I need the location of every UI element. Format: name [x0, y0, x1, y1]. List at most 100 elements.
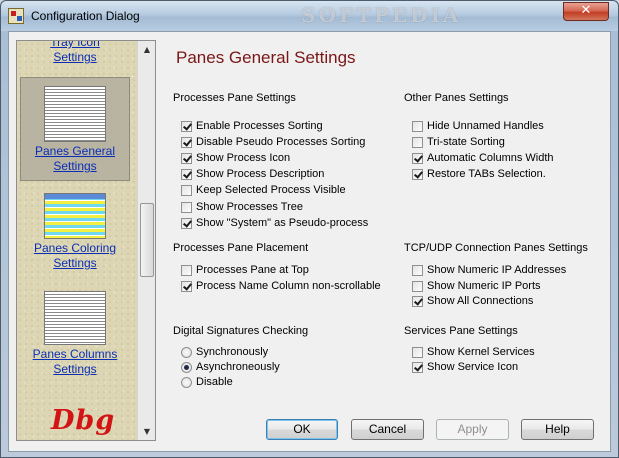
sidebar-item-label[interactable]: Panes General — [19, 144, 131, 159]
option-label: Show Service Icon — [427, 361, 519, 373]
option-asynchroneously[interactable]: Asynchroneously — [181, 360, 280, 374]
option-label: Disable Pseudo Processes Sorting — [196, 136, 366, 148]
option-show-numeric-ip-addresses[interactable]: Show Numeric IP Addresses — [412, 263, 566, 277]
option-label: Keep Selected Process Visible — [196, 184, 346, 196]
scroll-down-arrow-icon[interactable]: ▼ — [138, 423, 155, 440]
option-label: Show Process Description — [196, 168, 325, 180]
option-label: Automatic Columns Width — [427, 152, 554, 164]
checkbox[interactable] — [412, 264, 423, 276]
radio-button[interactable] — [181, 346, 192, 358]
processes-pane-settings-title: Processes Pane Settings — [173, 92, 296, 104]
sidebar-item-label[interactable]: Settings — [19, 50, 131, 65]
apply-button[interactable]: Apply — [436, 419, 509, 440]
sidebar-item-panes-general[interactable]: Panes General Settings — [19, 86, 131, 174]
option-label: Show Numeric IP Ports — [427, 280, 541, 292]
option-label: Process Name Column non-scrollable — [196, 280, 381, 292]
option-show-numeric-ip-ports[interactable]: Show Numeric IP Ports — [412, 279, 541, 293]
option-show-process-icon[interactable]: Show Process Icon — [181, 151, 290, 165]
sidebar-scrollbar[interactable]: ▲ ▼ — [137, 41, 155, 440]
sidebar-item-label[interactable]: Tray Icon — [19, 41, 131, 50]
checkbox[interactable] — [412, 280, 423, 292]
scroll-up-arrow-icon[interactable]: ▲ — [138, 41, 155, 58]
checkbox[interactable] — [412, 152, 423, 164]
option-automatic-columns-width[interactable]: Automatic Columns Width — [412, 151, 554, 165]
panes-general-thumbnail-icon — [44, 86, 106, 142]
option-show-process-description[interactable]: Show Process Description — [181, 167, 324, 181]
window-title: Configuration Dialog — [31, 9, 140, 23]
cancel-button[interactable]: Cancel — [351, 419, 424, 440]
option-tri-state-sorting[interactable]: Tri-state Sorting — [412, 135, 505, 149]
other-panes-settings-title: Other Panes Settings — [404, 92, 509, 104]
checkbox[interactable] — [412, 120, 423, 132]
sidebar-item-label[interactable]: Settings — [19, 159, 131, 174]
close-button[interactable]: ✕ — [563, 2, 609, 21]
option-show-processes-tree[interactable]: Show Processes Tree — [181, 200, 303, 214]
option-label: Tri-state Sorting — [427, 136, 505, 148]
settings-panel: Panes General Settings Processes Pane Se… — [159, 32, 610, 451]
checkbox[interactable] — [181, 264, 192, 276]
checkbox[interactable] — [181, 184, 192, 196]
option-label: Show Processes Tree — [196, 201, 303, 213]
configuration-dialog-window: Configuration Dialog SOFTPEDIA ✕ Tray Ic… — [0, 0, 619, 458]
close-icon: ✕ — [580, 3, 592, 18]
option-restore-tabs-selection[interactable]: Restore TABs Selection. — [412, 167, 546, 181]
radio-button[interactable] — [181, 361, 192, 373]
option-enable-processes-sorting[interactable]: Enable Processes Sorting — [181, 119, 323, 133]
option-show-service-icon[interactable]: Show Service Icon — [412, 360, 518, 374]
title-bar[interactable]: Configuration Dialog SOFTPEDIA ✕ — [1, 1, 618, 31]
checkbox[interactable] — [181, 120, 192, 132]
checkbox[interactable] — [181, 136, 192, 148]
dialog-client-area: Tray Icon Settings Panes General Setting… — [8, 31, 611, 452]
option-label: Show Process Icon — [196, 152, 291, 164]
watermark-logo: SOFTPEDIA — [301, 3, 462, 27]
dbg-logo: Dbg — [51, 405, 116, 436]
page-title: Panes General Settings — [176, 48, 356, 67]
checkbox[interactable] — [412, 136, 423, 148]
option-keep-selected-process-visible[interactable]: Keep Selected Process Visible — [181, 183, 346, 197]
option-label: Synchronously — [196, 346, 269, 358]
option-disable[interactable]: Disable — [181, 375, 233, 389]
sidebar-item-panes-columns[interactable]: Panes Columns Settings — [19, 291, 131, 377]
checkbox[interactable] — [181, 280, 192, 292]
checkbox[interactable] — [181, 201, 192, 213]
option-label: Processes Pane at Top — [196, 264, 309, 276]
app-icon — [8, 8, 24, 24]
help-button[interactable]: Help — [521, 419, 594, 440]
sidebar-item-label[interactable]: Panes Columns — [19, 347, 131, 362]
checkbox[interactable] — [412, 346, 423, 358]
sidebar-item-label[interactable]: Panes Coloring — [19, 241, 131, 256]
option-label: Hide Unnamed Handles — [427, 120, 544, 132]
radio-button[interactable] — [181, 376, 192, 388]
checkbox[interactable] — [181, 217, 192, 229]
option-show-kernel-services[interactable]: Show Kernel Services — [412, 345, 535, 359]
panes-columns-thumbnail-icon — [44, 291, 106, 345]
sidebar-item-label[interactable]: Settings — [19, 256, 131, 271]
settings-sidebar: Tray Icon Settings Panes General Setting… — [16, 40, 156, 441]
option-label: Show All Connections — [427, 295, 534, 307]
option-label: Show "System" as Pseudo-process — [196, 217, 369, 229]
scrollbar-thumb[interactable] — [140, 203, 154, 277]
checkbox[interactable] — [412, 168, 423, 180]
option-processes-pane-at-top[interactable]: Processes Pane at Top — [181, 263, 309, 277]
sidebar-item-panes-coloring[interactable]: Panes Coloring Settings — [19, 193, 131, 271]
option-show-all-connections[interactable]: Show All Connections — [412, 294, 533, 308]
ok-button[interactable]: OK — [266, 419, 338, 440]
checkbox[interactable] — [412, 361, 423, 373]
option-synchronously[interactable]: Synchronously — [181, 345, 268, 359]
panes-coloring-thumbnail-icon — [44, 193, 106, 239]
checkbox[interactable] — [181, 152, 192, 164]
sidebar-item-label[interactable]: Settings — [19, 362, 131, 377]
checkbox[interactable] — [412, 295, 423, 307]
option-hide-unnamed-handles[interactable]: Hide Unnamed Handles — [412, 119, 544, 133]
option-label: Disable — [196, 376, 233, 388]
option-disable-pseudo-processes-sorting[interactable]: Disable Pseudo Processes Sorting — [181, 135, 365, 149]
option-show-system-pseudo-process[interactable]: Show "System" as Pseudo-process — [181, 216, 368, 230]
option-label: Enable Processes Sorting — [196, 120, 323, 132]
digital-signatures-title: Digital Signatures Checking — [173, 325, 309, 337]
processes-pane-placement-title: Processes Pane Placement — [173, 242, 309, 254]
checkbox[interactable] — [181, 168, 192, 180]
sidebar-item-tray-icon[interactable]: Tray Icon Settings — [19, 41, 131, 65]
option-label: Show Numeric IP Addresses — [427, 264, 567, 276]
option-label: Restore TABs Selection. — [427, 168, 546, 180]
option-process-name-column-non-scrollable[interactable]: Process Name Column non-scrollable — [181, 279, 381, 293]
